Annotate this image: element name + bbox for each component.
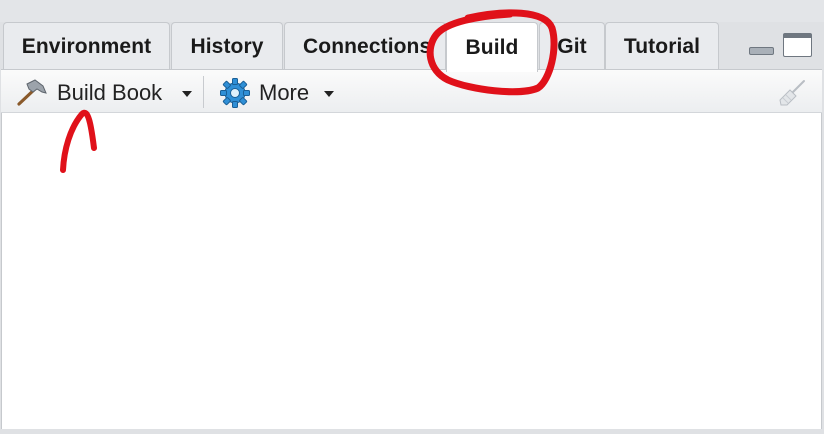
toolbar-separator	[203, 76, 204, 108]
maximize-pane-button[interactable]	[783, 33, 812, 57]
more-menu-button[interactable]: More	[219, 78, 335, 108]
minimize-icon	[749, 47, 774, 55]
tab-label-environment: Environment	[21, 34, 152, 58]
hammer-icon	[17, 79, 47, 106]
tab-tutorial[interactable]: Tutorial	[605, 22, 719, 70]
build-book-label: Build Book	[57, 80, 163, 105]
build-output-area	[1, 113, 822, 429]
pane-top-strip	[0, 0, 824, 22]
build-book-button[interactable]: Build Book	[15, 79, 193, 107]
tab-label-history: History	[190, 34, 264, 58]
tab-history[interactable]: History	[171, 22, 283, 70]
tab-environment[interactable]: Environment	[3, 22, 170, 70]
tab-connections[interactable]: Connections	[284, 22, 446, 70]
broom-icon[interactable]	[777, 78, 807, 108]
build-pane: Environment History Connections Build Gi…	[0, 0, 824, 434]
tab-build[interactable]: Build	[446, 22, 538, 72]
build-toolbar: Build Book More	[1, 69, 822, 113]
tab-label-build: Build	[465, 35, 519, 59]
gear-icon	[220, 78, 250, 108]
tab-git[interactable]: Git	[539, 22, 605, 70]
tab-label-connections: Connections	[303, 34, 432, 58]
chevron-down-icon[interactable]	[324, 91, 335, 97]
tab-label-git: Git	[557, 34, 587, 58]
minimize-pane-button[interactable]	[748, 34, 776, 56]
tab-label-tutorial: Tutorial	[623, 34, 701, 58]
chevron-down-icon[interactable]	[182, 91, 193, 97]
more-label: More	[259, 80, 310, 105]
